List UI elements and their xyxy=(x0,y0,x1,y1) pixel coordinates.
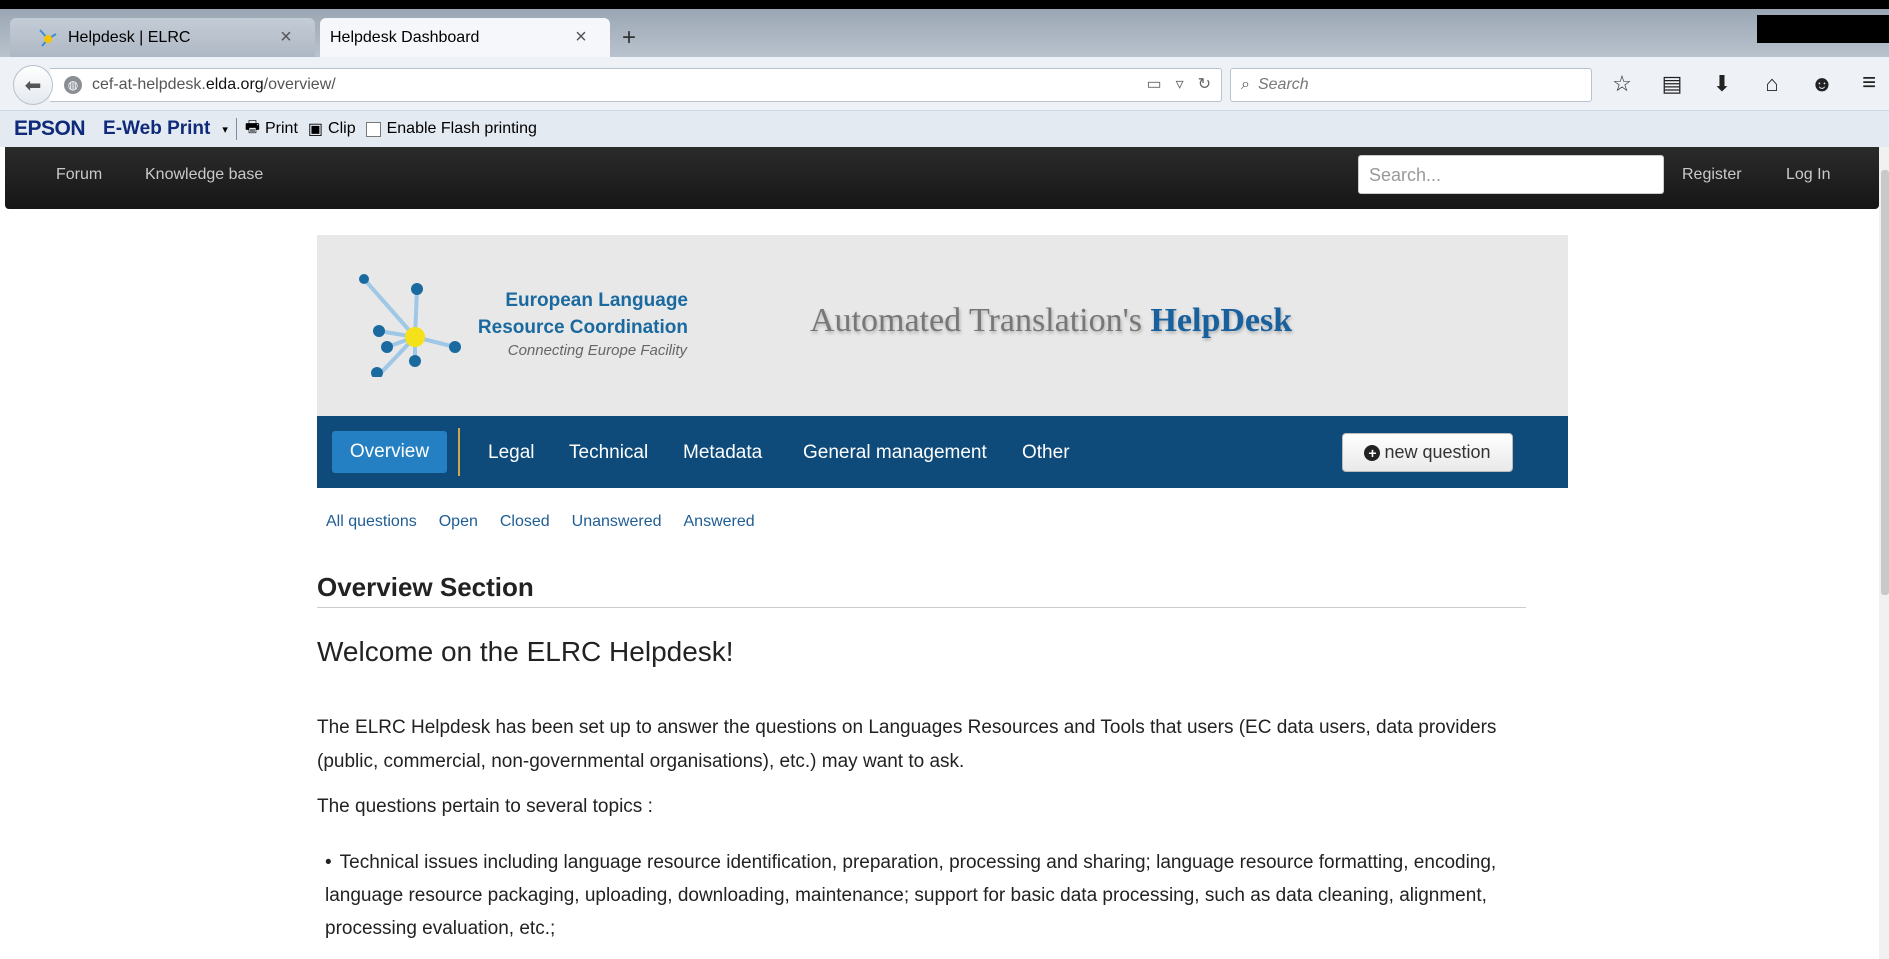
eweb-dropdown-icon[interactable]: ▾ xyxy=(222,123,228,136)
browser-navbar: ◍ cef-at-helpdesk.elda.org/overview/ ▭ ▿… xyxy=(0,57,1889,111)
back-button[interactable]: ⬅ xyxy=(13,65,53,105)
home-icon[interactable]: ⌂ xyxy=(1758,71,1786,97)
login-link[interactable]: Log In xyxy=(1786,166,1830,184)
tab-metadata[interactable]: Metadata xyxy=(683,442,762,464)
print-button[interactable]: 🖶 Print xyxy=(245,116,298,143)
helpdesk-title: Automated Translation's HelpDesk xyxy=(810,302,1293,339)
filter-closed[interactable]: Closed xyxy=(500,513,550,531)
filter-open[interactable]: Open xyxy=(439,513,478,531)
clip-icon: ▣ xyxy=(307,121,324,138)
reading-list-icon[interactable]: ▤ xyxy=(1658,71,1686,97)
intro-paragraph: The ELRC Helpdesk has been set up to ans… xyxy=(317,717,1497,772)
forum-link[interactable]: Forum xyxy=(56,166,102,184)
window-corner xyxy=(1757,15,1889,43)
bookmark-star-icon[interactable]: ☆ xyxy=(1608,71,1636,97)
filter-unanswered[interactable]: Unanswered xyxy=(572,513,662,531)
site-top-nav: Forum Knowledge base Search... Register … xyxy=(5,147,1879,209)
search-placeholder: Search xyxy=(1257,76,1309,93)
browser-search-input[interactable]: ⌕ Search xyxy=(1230,68,1592,102)
filter-answered[interactable]: Answered xyxy=(684,513,755,531)
welcome-heading: Welcome on the ELRC Helpdesk! xyxy=(317,636,734,667)
page-scrollbar-thumb[interactable] xyxy=(1881,170,1889,595)
eweb-print-button[interactable]: E-Web Print xyxy=(103,118,210,140)
flash-printing-toggle[interactable]: Enable Flash printing xyxy=(365,120,537,138)
reader-view-icon[interactable]: ▭ xyxy=(1146,74,1161,94)
bullet-icon: • xyxy=(325,852,332,873)
site-info-icon[interactable]: ◍ xyxy=(64,76,82,94)
helpdesk-nav: Overview Legal Technical Metadata Genera… xyxy=(317,416,1568,488)
tab-general-management[interactable]: General management xyxy=(803,442,987,464)
tab-overview[interactable]: Overview xyxy=(332,431,447,473)
tab-title: Helpdesk | ELRC xyxy=(68,28,191,46)
site-search-input[interactable]: Search... xyxy=(1358,155,1664,194)
reload-icon[interactable]: ↻ xyxy=(1198,74,1211,94)
epson-toolbar: EPSON E-Web Print ▾ 🖶 Print ▣ Clip Enable … xyxy=(0,111,1889,147)
url-bar[interactable]: ◍ cef-at-helpdesk.elda.org/overview/ ▭ ▿… xyxy=(50,68,1222,102)
printer-icon: 🖶 xyxy=(244,118,260,136)
back-arrow-icon: ⬅ xyxy=(24,74,42,97)
chat-icon[interactable]: ☻ xyxy=(1808,71,1836,97)
org-line-2: Resource Coordination xyxy=(477,317,688,338)
flash-checkbox[interactable] xyxy=(365,121,381,137)
tab-other[interactable]: Other xyxy=(1022,442,1070,464)
register-link[interactable]: Register xyxy=(1682,166,1742,184)
tab-legal[interactable]: Legal xyxy=(488,442,535,464)
elrc-logo-icon xyxy=(359,274,461,377)
nav-divider xyxy=(458,428,460,476)
new-tab-button[interactable]: + xyxy=(622,24,636,52)
download-icon[interactable]: ⬇ xyxy=(1708,71,1736,97)
tab-close-icon[interactable]: × xyxy=(275,26,297,49)
history-dropdown-icon[interactable]: ▿ xyxy=(1176,74,1184,94)
knowledge-base-link[interactable]: Knowledge base xyxy=(145,166,263,184)
menu-icon[interactable]: ≡ xyxy=(1862,69,1876,97)
toolbar-divider xyxy=(235,118,237,140)
tab-close-icon[interactable]: × xyxy=(570,26,592,49)
browser-tabstrip: Helpdesk | ELRC × Helpdesk Dashboard × + xyxy=(0,0,1889,57)
tab-helpdesk-dashboard[interactable]: Helpdesk Dashboard × xyxy=(320,18,610,57)
list-item: • Technical issues including language res… xyxy=(325,852,1497,939)
tab-title: Helpdesk Dashboard xyxy=(330,28,480,46)
org-line-1: European Language xyxy=(505,290,688,311)
plus-circle-icon: + xyxy=(1364,444,1381,461)
elrc-tagline: Connecting Europe Facility xyxy=(507,342,687,359)
url-actions: ▭ ▿ ↻ xyxy=(1146,74,1211,94)
clip-button[interactable]: ▣ Clip xyxy=(308,119,356,139)
section-title: Overview Section xyxy=(317,572,1526,608)
tab-technical[interactable]: Technical xyxy=(569,442,648,464)
tab-helpdesk-elrc[interactable]: Helpdesk | ELRC × xyxy=(10,18,315,57)
question-filters: All questions Open Closed Unanswered Ans… xyxy=(326,513,777,531)
elrc-favicon-icon xyxy=(38,28,58,48)
filter-all-questions[interactable]: All questions xyxy=(326,513,417,531)
topics-lead: The questions pertain to several topics … xyxy=(317,796,653,817)
new-question-label: new question xyxy=(1384,442,1491,462)
browser-toolbar-icons: ☆ ▤ ⬇ ⌂ ☻ xyxy=(1608,71,1836,97)
helpdesk-banner: European Language Resource Coordination … xyxy=(317,235,1568,416)
elrc-org-name: European Language Resource Coordination xyxy=(464,287,688,341)
new-question-button[interactable]: + new question xyxy=(1342,433,1513,472)
search-icon: ⌕ xyxy=(1241,76,1250,93)
url-text[interactable]: cef-at-helpdesk.elda.org/overview/ xyxy=(92,76,336,94)
epson-logo: EPSON xyxy=(14,117,86,140)
